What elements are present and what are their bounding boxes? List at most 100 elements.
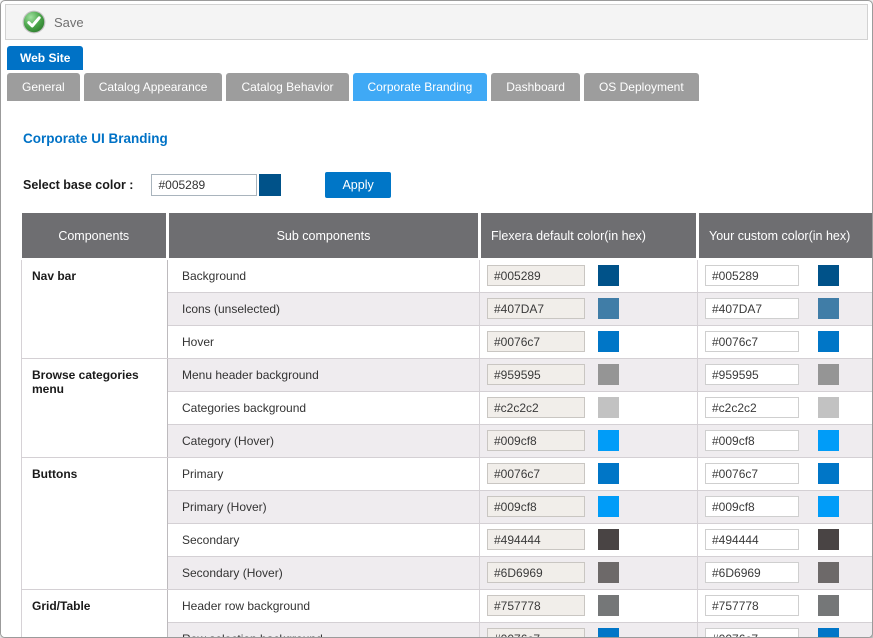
default-color-swatch [598,529,619,550]
custom-hex-input[interactable] [705,265,799,286]
custom-hex-input[interactable] [705,331,799,352]
custom-hex-input[interactable] [705,364,799,385]
custom-color-swatch [818,364,839,385]
default-color-cell [480,391,698,424]
custom-hex-input[interactable] [705,529,799,550]
branding-table: Components Sub components Flexera defaul… [21,213,873,638]
custom-color-swatch [818,529,839,550]
col-header-subcomponents: Sub components [168,213,480,259]
component-cell: Grid/Table [22,589,168,638]
tab-os-deployment[interactable]: OS Deployment [584,73,699,101]
custom-hex-input[interactable] [705,463,799,484]
custom-color-swatch [818,298,839,319]
custom-color-cell [698,589,873,622]
col-header-components: Components [22,213,168,259]
custom-color-cell [698,259,873,292]
custom-hex-input[interactable] [705,397,799,418]
default-hex-input [487,364,585,385]
base-color-input[interactable] [151,174,257,196]
col-header-custom-color: Your custom color(in hex) [698,213,873,259]
default-color-swatch [598,298,619,319]
subcomponent-cell: Primary [168,457,480,490]
subcomponent-cell: Header row background [168,589,480,622]
custom-color-swatch [818,562,839,583]
table-row: Nav barBackground [22,259,873,292]
default-color-swatch [598,463,619,484]
subcomponent-cell: Secondary [168,523,480,556]
subcomponent-cell: Row selection background [168,622,480,638]
custom-color-cell [698,358,873,391]
tab-corporate-branding[interactable]: Corporate Branding [353,73,488,101]
default-color-swatch [598,397,619,418]
page-title: Corporate UI Branding [23,131,872,146]
custom-color-cell [698,391,873,424]
table-header-row: Components Sub components Flexera defaul… [22,213,873,259]
save-check-icon [22,10,46,34]
default-color-cell [480,424,698,457]
subcomponent-cell: Menu header background [168,358,480,391]
custom-color-swatch [818,430,839,451]
custom-color-swatch [818,265,839,286]
custom-hex-input[interactable] [705,430,799,451]
default-hex-input [487,430,585,451]
custom-color-cell [698,292,873,325]
component-cell: Browse categories menu [22,358,168,457]
default-color-cell [480,457,698,490]
subcomponent-cell: Background [168,259,480,292]
default-color-cell [480,589,698,622]
subcomponent-cell: Hover [168,325,480,358]
default-color-cell [480,292,698,325]
base-color-label: Select base color : [23,178,133,192]
subcomponent-cell: Category (Hover) [168,424,480,457]
default-color-cell [480,622,698,638]
save-button[interactable]: Save [16,9,90,35]
custom-color-swatch [818,397,839,418]
custom-color-swatch [818,628,839,638]
table-row: Browse categories menuMenu header backgr… [22,358,873,391]
base-color-swatch [259,174,281,196]
subcomponent-cell: Icons (unselected) [168,292,480,325]
default-hex-input [487,397,585,418]
default-color-cell [480,556,698,589]
tab-dashboard[interactable]: Dashboard [491,73,580,101]
custom-hex-input[interactable] [705,595,799,616]
tab-catalog-appearance[interactable]: Catalog Appearance [84,73,223,101]
table-row: ButtonsPrimary [22,457,873,490]
default-hex-input [487,298,585,319]
settings-window: Save Web Site GeneralCatalog AppearanceC… [0,0,873,638]
default-color-swatch [598,496,619,517]
default-color-cell [480,490,698,523]
custom-color-cell [698,490,873,523]
default-hex-input [487,331,585,352]
default-color-swatch [598,265,619,286]
apply-button[interactable]: Apply [325,172,390,198]
default-color-cell [480,523,698,556]
default-hex-input [487,496,585,517]
default-color-cell [480,325,698,358]
tab-general[interactable]: General [7,73,80,101]
custom-hex-input[interactable] [705,298,799,319]
custom-hex-input[interactable] [705,562,799,583]
custom-color-cell [698,523,873,556]
custom-color-swatch [818,331,839,352]
default-color-cell [480,358,698,391]
custom-color-cell [698,457,873,490]
component-cell: Nav bar [22,259,168,358]
custom-hex-input[interactable] [705,628,799,638]
custom-hex-input[interactable] [705,496,799,517]
custom-color-cell [698,424,873,457]
default-hex-input [487,529,585,550]
custom-color-cell [698,556,873,589]
default-hex-input [487,463,585,484]
default-color-swatch [598,430,619,451]
tab-web-site[interactable]: Web Site [7,46,83,70]
toolbar: Save [5,4,868,40]
default-color-swatch [598,331,619,352]
subcomponent-cell: Primary (Hover) [168,490,480,523]
subcomponent-cell: Categories background [168,391,480,424]
content-panel: Corporate UI Branding Select base color … [1,101,872,637]
custom-color-swatch [818,463,839,484]
default-color-cell [480,259,698,292]
tab-catalog-behavior[interactable]: Catalog Behavior [226,73,348,101]
save-label: Save [54,15,84,30]
